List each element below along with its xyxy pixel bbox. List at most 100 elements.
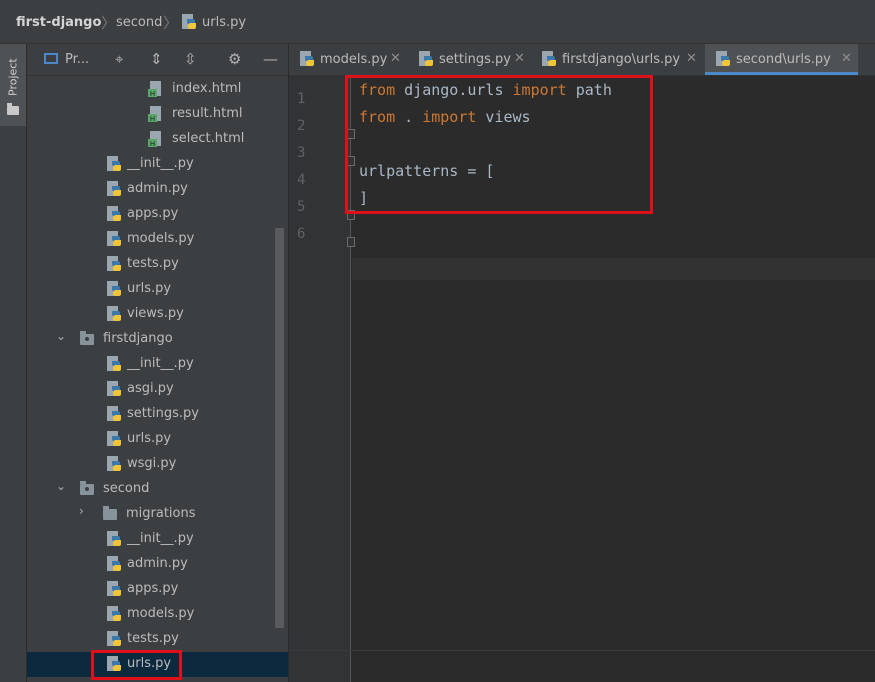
navigation-bar: first-django 〉 second 〉 urls.py [0,0,875,44]
folder-icon [103,506,117,520]
python-file-icon [107,381,121,396]
python-file-icon [107,606,121,621]
tree-item-label: urls.py [127,431,172,446]
breadcrumb-file[interactable]: urls.py [202,15,246,30]
tree-folder[interactable]: › migrations [27,502,277,527]
tree-file[interactable]: apps.py [27,577,277,602]
tree-item-label: urls.py [127,281,172,296]
html-file-icon: H [148,106,161,123]
python-file-icon [107,556,121,571]
tree-file[interactable]: urls.py [27,277,277,302]
close-icon[interactable]: ✕ [390,51,401,66]
project-tool-window-label: Project [6,58,20,96]
tree-item-label: __init__.py [127,156,194,171]
python-file-icon [107,456,121,471]
tree-item-label: result.html [172,106,243,121]
project-panel: Pr... ⌖ ⇕ ⇳ ⚙ — Hindex.html Hresult.html H… [27,44,288,682]
tree-file[interactable]: settings.py [27,402,277,427]
breadcrumb-separator-icon: 〉 [163,14,179,32]
project-view-selector[interactable]: Pr... [65,52,89,67]
python-file-icon [300,51,314,66]
tree-file[interactable]: urls.py [27,427,277,452]
tree-file[interactable]: asgi.py [27,377,277,402]
line-number: 4 [297,172,306,188]
tree-item-label: index.html [172,81,242,96]
tree-file[interactable]: __init__.py [27,352,277,377]
tree-file[interactable]: apps.py [27,202,277,227]
python-file-icon [107,356,121,371]
breadcrumb-project[interactable]: first-django [16,15,101,30]
locate-file-icon[interactable]: ⌖ [115,52,123,67]
chevron-right-icon[interactable]: › [79,504,84,518]
folder-icon [80,481,94,495]
divider [289,650,875,651]
tree-file[interactable]: __init__.py [27,152,277,177]
tab-label: settings.py [439,52,511,67]
tree-file[interactable]: Hselect.html [27,127,277,152]
python-file-icon [107,281,121,296]
tree-item-label: settings.py [127,406,199,421]
html-file-icon: H [148,81,161,98]
python-file-icon [107,631,121,646]
project-tree-scrollbar[interactable] [275,228,284,628]
tree-file[interactable]: tests.py [27,252,277,277]
project-panel-header: Pr... ⌖ ⇕ ⇳ ⚙ — [27,44,288,76]
project-tool-window-tab[interactable]: Project [0,44,26,126]
breadcrumb-folder[interactable]: second [116,15,162,30]
python-file-icon [107,256,121,271]
fold-marker-icon[interactable] [347,237,355,247]
line-number: 2 [297,118,306,134]
tree-folder[interactable]: ⌄ firstdjango [27,327,277,352]
tree-file[interactable]: Hindex.html [27,77,277,102]
collapse-all-icon[interactable]: ⇳ [184,52,197,67]
tab-models-py[interactable]: models.py ✕ [297,44,407,75]
tab-label: models.py [320,52,388,67]
tree-file[interactable]: models.py [27,602,277,627]
tree-item-label: firstdjango [103,331,173,346]
hide-panel-icon[interactable]: — [263,52,278,67]
tab-firstdjango-urls-py[interactable]: firstdjango\urls.py ✕ [538,44,704,75]
python-file-icon [542,51,556,66]
tree-folder[interactable]: ⌄ second [27,477,277,502]
python-file-icon [107,531,121,546]
python-file-icon [107,431,121,446]
tree-file[interactable]: wsgi.py [27,452,277,477]
tree-file[interactable]: __init__.py [27,527,277,552]
close-icon[interactable]: ✕ [841,51,852,66]
tree-item-label: migrations [126,506,196,521]
tree-item-label: apps.py [127,581,179,596]
chevron-down-icon[interactable]: ⌄ [56,329,66,343]
current-line-highlight [352,258,875,280]
line-number: 1 [297,91,306,107]
gear-icon[interactable]: ⚙ [228,52,241,67]
tree-file[interactable]: admin.py [27,552,277,577]
tab-second-urls-py[interactable]: second\urls.py ✕ [705,44,858,75]
python-file-icon [107,581,121,596]
python-file-icon [419,51,433,66]
tree-item-label: wsgi.py [127,456,177,471]
tree-item-label: tests.py [127,631,179,646]
tree-file[interactable]: admin.py [27,177,277,202]
project-view-icon[interactable] [44,53,58,64]
close-icon[interactable]: ✕ [686,51,697,66]
tree-item-label: models.py [127,231,195,246]
tree-item-label: second [103,481,150,496]
tree-file[interactable]: models.py [27,227,277,252]
python-file-icon [716,51,730,66]
python-file-icon [182,14,196,29]
line-number: 3 [297,145,306,161]
tab-settings-py[interactable]: settings.py ✕ [416,44,530,75]
tree-file[interactable]: Hresult.html [27,102,277,127]
svg-text:H: H [150,90,155,98]
tree-item-label: admin.py [127,181,188,196]
tree-file[interactable]: views.py [27,302,277,327]
expand-all-icon[interactable]: ⇕ [150,52,163,67]
svg-text:H: H [150,115,155,123]
svg-text:H: H [150,140,155,148]
close-icon[interactable]: ✕ [514,51,525,66]
line-number-gutter: 1 2 3 4 5 6 [289,76,351,682]
python-file-icon [107,156,121,171]
chevron-down-icon[interactable]: ⌄ [56,479,66,493]
tree-file[interactable]: tests.py [27,627,277,652]
annotation-highlight-selected-file [91,650,182,680]
